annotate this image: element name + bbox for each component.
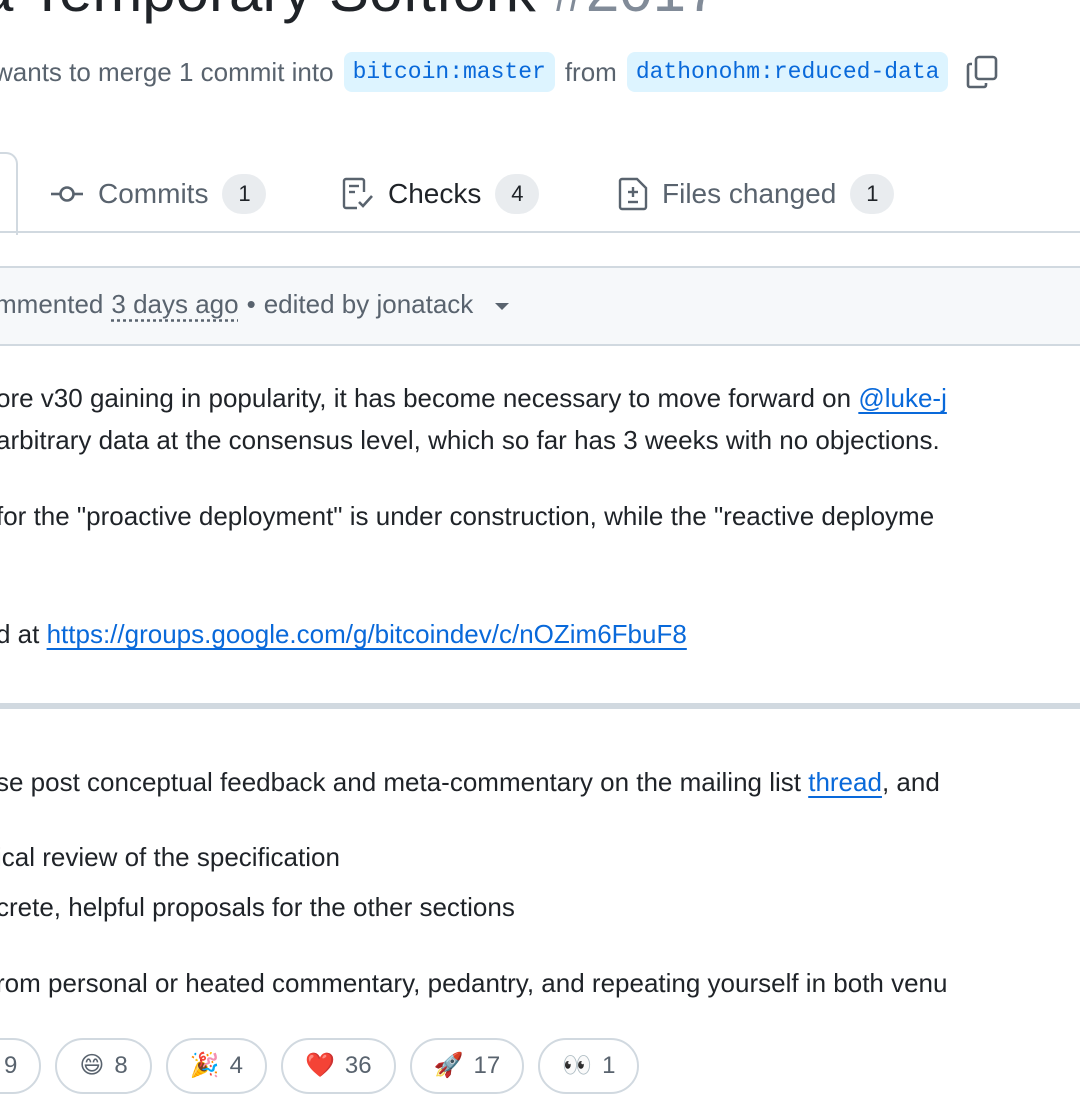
from-text: from [564, 57, 617, 87]
pr-number: #2017 [552, 0, 719, 24]
tab-commits-label: Commits [98, 178, 209, 209]
copy-branch-button[interactable] [962, 50, 1002, 94]
paragraph-text: ore v30 gaining in popularity, it has be… [0, 383, 859, 413]
paragraph-text: d at [0, 619, 47, 649]
section-divider [0, 703, 1080, 709]
reaction-count: 17 [473, 1052, 501, 1079]
note-bullet-2: crete, helpful proposals for the other s… [0, 892, 515, 922]
rocket-emoji-icon: 🚀 [433, 1052, 464, 1079]
comment-paragraph-3: d at https://groups.google.com/g/bitcoin… [0, 613, 687, 655]
git-commit-icon [51, 186, 83, 202]
reaction-count: 8 [114, 1052, 128, 1079]
note-line-1: se post conceptual feedback and meta-com… [0, 761, 940, 803]
note-last-line: rom personal or heated commentary, pedan… [0, 968, 948, 998]
reaction-count: 36 [344, 1052, 372, 1079]
tab-files-changed[interactable]: Files changed 1 [618, 168, 895, 220]
edited-by[interactable]: edited by jonatack [264, 282, 474, 326]
laugh-reaction[interactable]: 😄 8 [55, 1038, 152, 1094]
comment-paragraph-1-line-2: arbitrary data at the consensus level, w… [0, 425, 940, 455]
reactions-bar: 9 😄 8 🎉 4 ❤️ 36 🚀 17 👀 1 [0, 1038, 640, 1094]
merge-info-text: wants to merge 1 commit into [0, 57, 334, 87]
comment-paragraph-2: for the "proactive deployment" is under … [0, 501, 935, 531]
rocket-reaction[interactable]: 🚀 17 [409, 1038, 525, 1094]
tab-checks[interactable]: Checks 4 [342, 168, 540, 220]
comment-action: mmented [0, 289, 104, 319]
tab-checks-label: Checks [388, 178, 482, 209]
pr-merge-info: wants to merge 1 commit into bitcoin:mas… [0, 50, 1002, 94]
heart-reaction[interactable]: ❤️ 36 [281, 1038, 396, 1094]
base-branch[interactable]: bitcoin:master [343, 52, 555, 92]
tab-conversation[interactable] [0, 152, 18, 235]
comment-timestamp[interactable]: 3 days ago [111, 282, 238, 326]
laugh-emoji-icon: 😄 [79, 1052, 105, 1079]
pr-title-text: a Temporary Softfork [0, 0, 536, 24]
eyes-reaction[interactable]: 👀 1 [538, 1038, 640, 1094]
heart-emoji-icon: ❤️ [305, 1052, 335, 1079]
thumbs-up-reaction[interactable]: 9 [0, 1038, 42, 1094]
head-branch[interactable]: dathonohm:reduced-data [626, 52, 949, 92]
note-bullet-1: ical review of the specification [0, 842, 340, 872]
hooray-reaction[interactable]: 🎉 4 [165, 1038, 267, 1094]
meta-separator: • [246, 289, 256, 319]
note-text: se post conceptual feedback and meta-com… [0, 767, 809, 797]
tab-commits-count: 1 [222, 174, 267, 214]
copy-icon [967, 55, 998, 89]
file-diff-icon [618, 177, 648, 211]
tab-files-changed-label: Files changed [662, 178, 837, 209]
reaction-count: 4 [229, 1052, 243, 1079]
comment-paragraph-1-line-1: ore v30 gaining in popularity, it has be… [0, 377, 947, 419]
thread-link[interactable]: thread [808, 767, 882, 797]
eyes-emoji-icon: 👀 [562, 1052, 593, 1079]
tabs-underline [0, 231, 1080, 233]
mailing-list-link[interactable]: https://groups.google.com/g/bitcoindev/c… [47, 619, 687, 649]
comment-meta: mmented 3 days ago • edited by jonatack [0, 282, 510, 326]
reaction-count: 1 [602, 1052, 616, 1079]
pr-title: a Temporary Softfork #2017 [0, 0, 719, 26]
checklist-icon [342, 177, 373, 210]
user-mention-link[interactable]: @luke-j [858, 383, 947, 413]
edit-history-dropdown-icon[interactable] [495, 302, 510, 310]
note-text-suffix: , and [881, 767, 940, 797]
tab-checks-count: 4 [495, 174, 540, 214]
tab-files-changed-count: 1 [850, 174, 895, 214]
reaction-count: 9 [4, 1052, 18, 1079]
tab-commits[interactable]: Commits 1 [50, 168, 267, 220]
hooray-emoji-icon: 🎉 [189, 1052, 220, 1079]
